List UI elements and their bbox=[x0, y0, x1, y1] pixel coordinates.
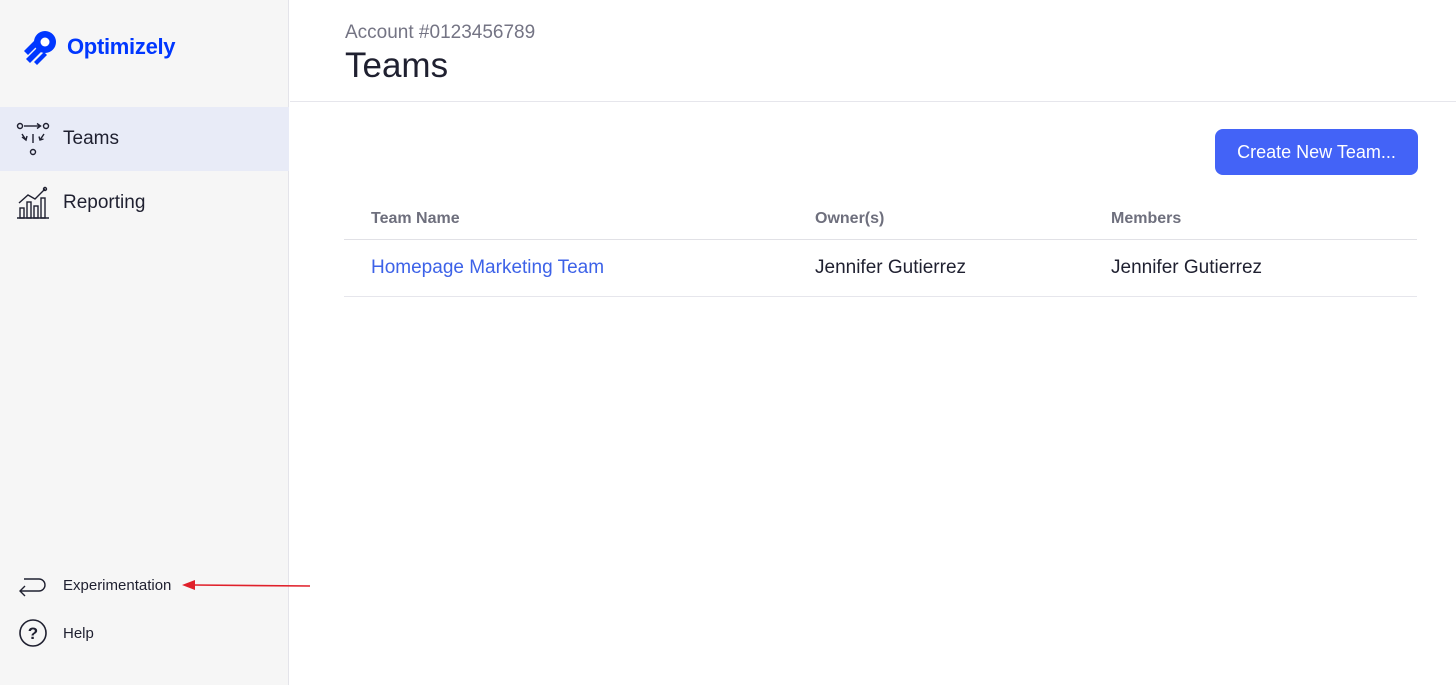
sidebar-item-teams[interactable]: Teams bbox=[0, 107, 289, 171]
table-header: Team Name Owner(s) Members bbox=[344, 200, 1417, 240]
column-header-owners[interactable]: Owner(s) bbox=[815, 210, 884, 228]
sidebar-item-label: Reporting bbox=[63, 192, 146, 213]
column-header-members[interactable]: Members bbox=[1111, 210, 1181, 228]
team-name-link[interactable]: Homepage Marketing Team bbox=[371, 257, 604, 279]
optimizely-logo-icon bbox=[24, 31, 56, 65]
teams-flow-icon bbox=[16, 122, 50, 156]
brand-name: Optimizely bbox=[67, 34, 176, 59]
team-owners: Jennifer Gutierrez bbox=[815, 257, 967, 278]
sidebar-item-label: Teams bbox=[63, 128, 119, 149]
column-header-team-name[interactable]: Team Name bbox=[371, 210, 460, 228]
brand-logo[interactable]: Optimizely bbox=[20, 27, 176, 67]
help-circle-icon: ? bbox=[17, 617, 49, 649]
svg-text:?: ? bbox=[28, 624, 38, 643]
teams-table: Team Name Owner(s) Members Homepage Mark… bbox=[344, 200, 1417, 297]
main-content: Account #0123456789 Teams Create New Tea… bbox=[290, 0, 1456, 685]
sidebar-item-help[interactable]: ? Help bbox=[0, 615, 289, 651]
create-new-team-button[interactable]: Create New Team... bbox=[1215, 129, 1418, 175]
page-header: Account #0123456789 Teams bbox=[290, 0, 1456, 102]
reporting-chart-icon bbox=[16, 186, 50, 220]
table-row: Homepage Marketing Team Jennifer Gutierr… bbox=[344, 240, 1417, 297]
sidebar-item-label: Experimentation bbox=[63, 576, 172, 594]
sidebar-item-reporting[interactable]: Reporting bbox=[0, 171, 289, 235]
page-title: Teams bbox=[345, 46, 449, 85]
return-arrow-icon bbox=[17, 569, 49, 601]
sidebar-item-label: Help bbox=[63, 624, 94, 642]
team-members: Jennifer Gutierrez bbox=[1111, 257, 1263, 278]
account-id: Account #0123456789 bbox=[345, 22, 536, 43]
